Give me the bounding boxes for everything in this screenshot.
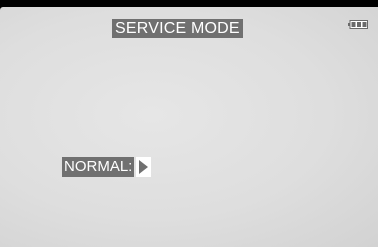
device-display: SERVICE MODE NORMAL:	[0, 0, 378, 247]
screen-title: SERVICE MODE	[112, 19, 243, 38]
triangle-right-icon[interactable]	[136, 157, 152, 177]
mode-label: NORMAL:	[62, 157, 135, 177]
battery-icon	[348, 20, 368, 29]
mode-selector[interactable]: NORMAL:	[62, 157, 152, 177]
lcd-screen: SERVICE MODE NORMAL:	[0, 7, 378, 247]
